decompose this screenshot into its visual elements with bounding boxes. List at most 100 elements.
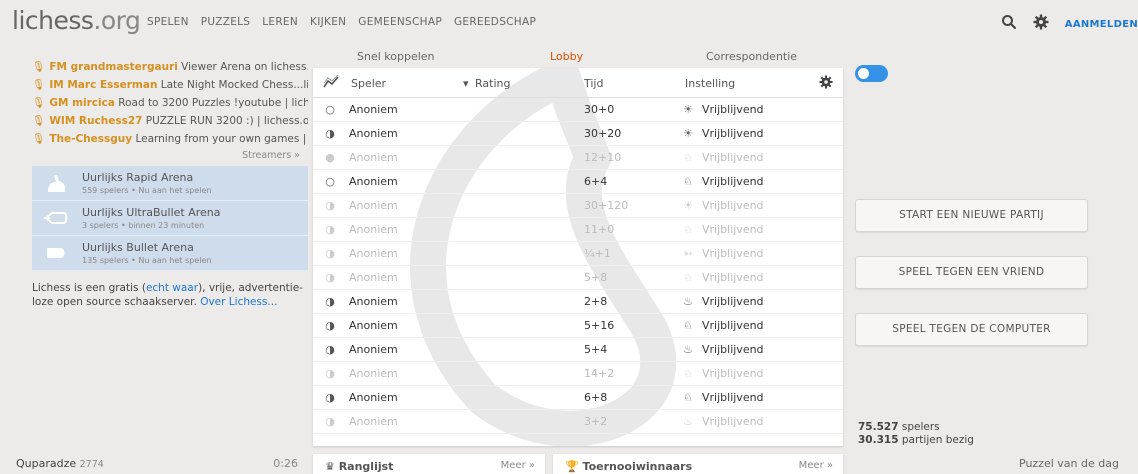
logo-text: lichess xyxy=(12,6,94,35)
microphone-icon: 🎙 xyxy=(32,133,46,145)
table-row[interactable]: ◑ Anoniem 3+2 ♨ Vrijblijvend xyxy=(313,410,843,434)
color-side-icon: ◑ xyxy=(325,127,335,140)
arena-item[interactable]: Uurlijks UltraBullet Arena 3 spelers • b… xyxy=(32,201,308,236)
lobby-tabs: Snel koppelen Lobby Correspondentie xyxy=(313,50,843,68)
table-row[interactable]: ◑ Anoniem 11+0 ♘ Vrijblijvend xyxy=(313,218,843,242)
table-row[interactable]: ◑ Anoniem 5+16 ♘ Vrijblijvend xyxy=(313,314,843,338)
player-name: Anoniem xyxy=(349,343,398,356)
time-control: 6+4 xyxy=(584,175,608,188)
header-player[interactable]: Speler xyxy=(351,77,386,90)
streamers-link[interactable]: Streamers » xyxy=(32,150,300,161)
microphone-icon: 🎙 xyxy=(32,61,46,73)
arena-item[interactable]: Uurlijks Bullet Arena 135 spelers • Nu a… xyxy=(32,236,308,271)
gear-icon[interactable] xyxy=(819,75,833,92)
puzzle-of-the-day-title[interactable]: Puzzel van de dag xyxy=(1019,457,1119,470)
tab-correspondence[interactable]: Correspondentie xyxy=(706,50,797,63)
new-game-button[interactable]: START EEN NIEUWE PARTIJ xyxy=(855,199,1088,232)
streamer-item[interactable]: 🎙 FM grandmastergauri Viewer Arena on lic… xyxy=(32,60,308,74)
nav-learn[interactable]: LEREN xyxy=(262,16,298,28)
streamer-item[interactable]: 🎙 IM Marc Esserman Late Night Mocked Ches… xyxy=(32,78,308,92)
header-time[interactable]: Tijd xyxy=(584,77,603,90)
table-row[interactable]: ● Anoniem 12+10 ♘ Vrijblijvend xyxy=(313,146,843,170)
nav-tools[interactable]: GEREEDSCHAP xyxy=(454,16,536,28)
about-text-part: Lichess is een gratis ( xyxy=(32,282,146,294)
game-mode: Vrijblijvend xyxy=(702,247,764,260)
microphone-icon: 🎙 xyxy=(32,115,46,127)
variant-icon: ♘ xyxy=(683,151,693,164)
streamer-item[interactable]: 🎙 The-Chessguy Learning from your own gam… xyxy=(32,132,308,146)
table-row[interactable]: ◑ Anoniem 6+8 ♘ Vrijblijvend xyxy=(313,386,843,410)
table-row[interactable]: ◑ Anoniem 5+4 ♨ Vrijblijvend xyxy=(313,338,843,362)
table-row[interactable]: ◑ Anoniem ¼+1 ➳ Vrijblijvend xyxy=(313,242,843,266)
streamer-name: The-Chessguy xyxy=(49,133,133,145)
game-mode: Vrijblijvend xyxy=(702,223,764,236)
nav-play[interactable]: SPELEN xyxy=(147,16,189,28)
about-lichess-link[interactable]: Over Lichess... xyxy=(200,296,277,308)
table-header: Speler ▾ Rating Tijd Instelling xyxy=(313,68,843,98)
variant-icon: ➳ xyxy=(683,247,693,260)
time-control: 14+2 xyxy=(584,367,615,380)
game-mode: Vrijblijvend xyxy=(702,391,764,404)
game-mode: Vrijblijvend xyxy=(702,343,764,356)
color-side-icon: ◑ xyxy=(325,271,335,284)
header-rating[interactable]: Rating xyxy=(475,77,510,90)
tv-player-bar[interactable]: Quparadze 2774 0:26 xyxy=(16,457,298,470)
table-row[interactable]: ○ Anoniem 30+0 ☀ Vrijblijvend xyxy=(313,98,843,122)
tab-lobby[interactable]: Lobby xyxy=(550,50,583,63)
streamer-item[interactable]: 🎙 GM mircica Road to 3200 Puzzles !youtub… xyxy=(32,96,308,110)
leaderboard-box: ♛ Ranglijst Meer » xyxy=(313,454,545,474)
color-side-icon: ◑ xyxy=(325,343,335,356)
tv-player-rating: 2774 xyxy=(79,459,104,470)
variant-icon: ☀ xyxy=(683,127,693,140)
color-side-icon: ◑ xyxy=(325,199,335,212)
streamer-list: 🎙 FM grandmastergauri Viewer Arena on lic… xyxy=(32,60,308,146)
table-row[interactable]: ◑ Anoniem 5+8 ♘ Vrijblijvend xyxy=(313,266,843,290)
winners-title[interactable]: 🏆 Toernooiwinnaars xyxy=(565,460,692,473)
login-link[interactable]: AANMELDEN xyxy=(1065,19,1138,30)
header-mode[interactable]: Instelling xyxy=(685,77,735,90)
site-logo[interactable]: lichess.org xyxy=(12,6,141,35)
time-control: 30+120 xyxy=(584,199,629,212)
arena-subtitle: 135 spelers • Nu aan het spelen xyxy=(82,256,212,265)
search-icon[interactable] xyxy=(1001,14,1017,34)
game-mode: Vrijblijvend xyxy=(702,295,764,308)
really-link[interactable]: echt waar xyxy=(146,282,198,294)
table-row[interactable]: ◑ Anoniem 30+20 ☀ Vrijblijvend xyxy=(313,122,843,146)
game-mode: Vrijblijvend xyxy=(702,151,764,164)
player-name: Anoniem xyxy=(349,127,398,140)
online-counts: 75.527 spelers 30.315 partijen bezig xyxy=(858,421,974,447)
table-row[interactable]: ◑ Anoniem 2+8 ♨ Vrijblijvend xyxy=(313,290,843,314)
tournament-winners-box: 🏆 Toernooiwinnaars Meer » xyxy=(553,454,843,474)
nav-community[interactable]: GEMEENSCHAP xyxy=(358,16,442,28)
chart-icon[interactable] xyxy=(323,74,339,92)
gear-icon[interactable] xyxy=(1033,14,1049,34)
table-row[interactable]: ◑ Anoniem 30+120 ☀ Vrijblijvend xyxy=(313,194,843,218)
color-side-icon: ○ xyxy=(325,103,335,116)
leaderboard-more-link[interactable]: Meer » xyxy=(501,460,535,471)
play-computer-button[interactable]: SPEEL TEGEN DE COMPUTER xyxy=(855,313,1088,346)
play-friend-button[interactable]: SPEEL TEGEN EEN VRIEND xyxy=(855,256,1088,289)
time-control: 5+8 xyxy=(584,271,608,284)
winners-label: Toernooiwinnaars xyxy=(582,460,693,473)
leaderboard-title[interactable]: ♛ Ranglijst xyxy=(325,460,393,473)
winners-more-link[interactable]: Meer » xyxy=(799,460,833,471)
time-control: 12+10 xyxy=(584,151,622,164)
player-name: Anoniem xyxy=(349,367,398,380)
table-row[interactable]: ◑ Anoniem 14+2 ♘ Vrijblijvend xyxy=(313,362,843,386)
variant-icon: ☀ xyxy=(683,199,693,212)
table-row[interactable]: ○ Anoniem 6+4 ♘ Vrijblijvend xyxy=(313,170,843,194)
games-count: 30.315 partijen bezig xyxy=(858,434,974,447)
microphone-icon: 🎙 xyxy=(32,79,46,91)
streamer-name: GM mircica xyxy=(49,97,115,109)
player-name: Anoniem xyxy=(349,103,398,116)
arena-item[interactable]: Uurlijks Rapid Arena 559 spelers • Nu aa… xyxy=(32,166,308,201)
nav-watch[interactable]: KIJKEN xyxy=(310,16,346,28)
lobby-toggle[interactable] xyxy=(855,65,888,82)
streamer-item[interactable]: 🎙 WIM Ruchess27 PUZZLE RUN 3200 :) | lich… xyxy=(32,114,308,128)
tab-quick-pairing[interactable]: Snel koppelen xyxy=(357,50,435,63)
variant-icon: ♘ xyxy=(683,367,693,380)
nav-puzzles[interactable]: PUZZELS xyxy=(201,16,250,28)
streamer-name: FM grandmastergauri xyxy=(49,61,178,73)
color-side-icon: ○ xyxy=(325,175,335,188)
trophy-icon: ♛ xyxy=(325,460,339,473)
